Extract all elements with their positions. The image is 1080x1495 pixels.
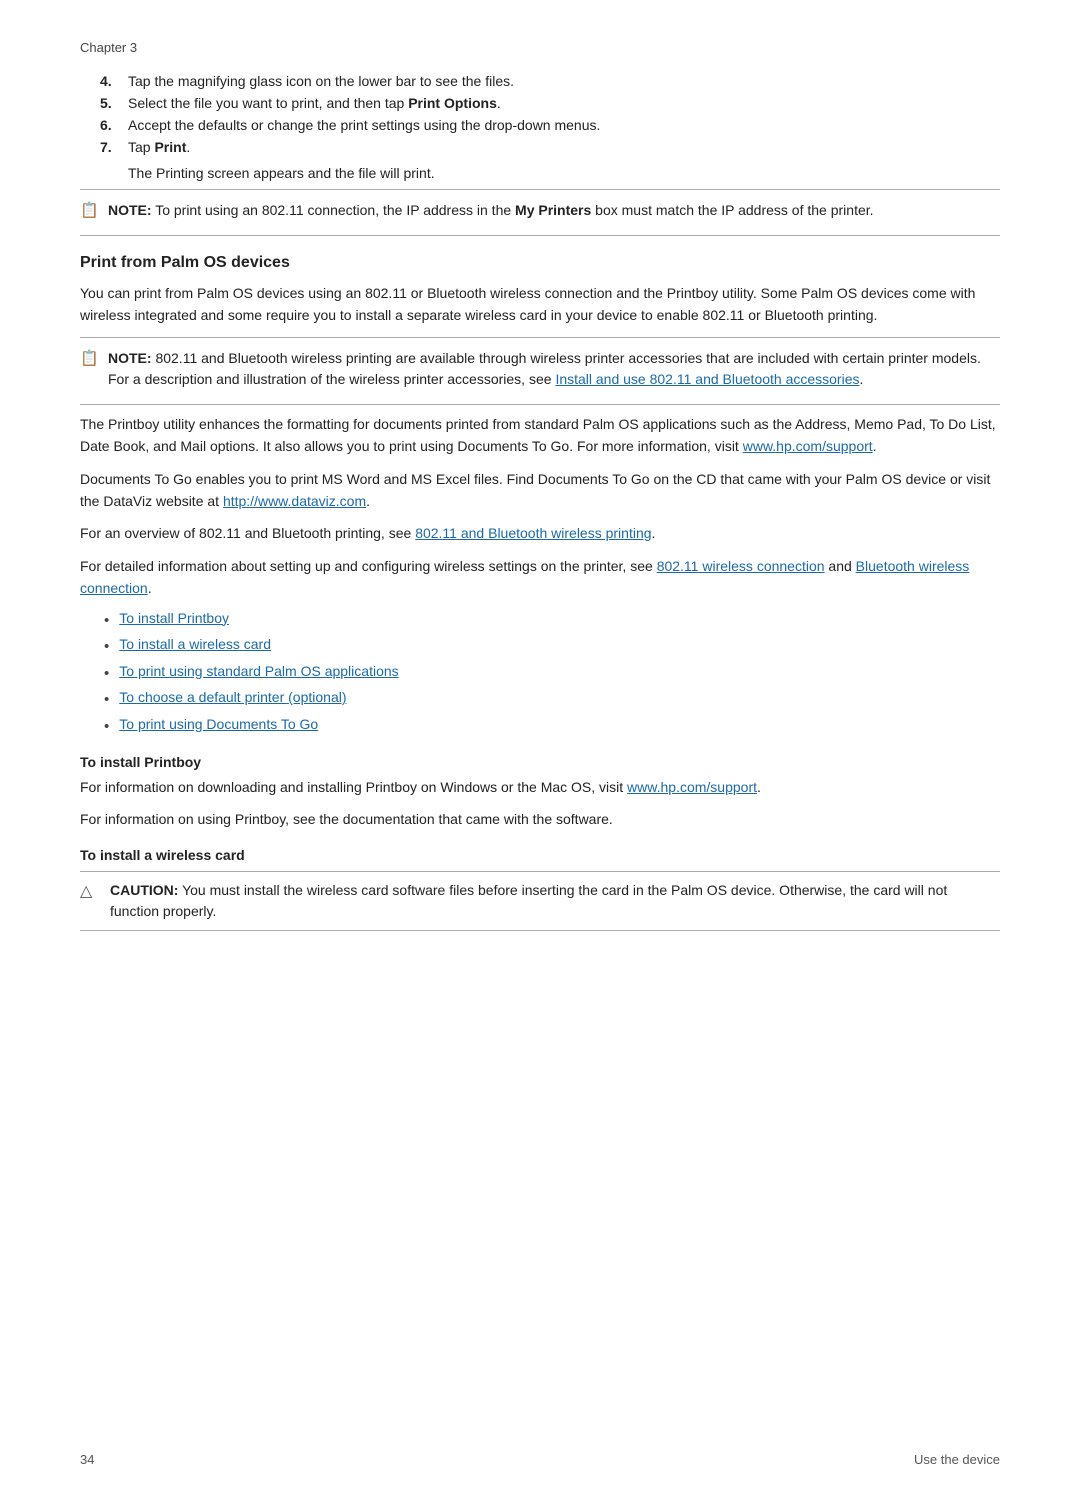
install-printboy-after: . xyxy=(757,779,761,795)
note-2: 📋 NOTE: 802.11 and Bluetooth wireless pr… xyxy=(80,348,1000,390)
step-5: 5. Select the file you want to print, an… xyxy=(80,95,1000,111)
step7-text-before: Tap xyxy=(128,139,154,155)
para3-after: . xyxy=(366,493,370,509)
note1-label: NOTE: xyxy=(108,202,152,218)
para5-link1[interactable]: 802.11 wireless connection xyxy=(657,558,825,574)
rule-before-palm xyxy=(80,235,1000,236)
rule-before-note2 xyxy=(80,337,1000,338)
step7-bold: Print xyxy=(154,139,186,155)
install-wireless-heading: To install a wireless card xyxy=(80,847,1000,863)
bullet-list: To install Printboy To install a wireles… xyxy=(104,610,1000,739)
bullet-item-5: To print using Documents To Go xyxy=(104,716,1000,739)
note2-label: NOTE: xyxy=(108,350,152,366)
palm-para4: For an overview of 802.11 and Bluetooth … xyxy=(80,522,1000,544)
install-printboy-para2: For information on using Printboy, see t… xyxy=(80,808,1000,830)
step7-subtext: The Printing screen appears and the file… xyxy=(128,165,1000,181)
note2-link[interactable]: Install and use 802.11 and Bluetooth acc… xyxy=(555,371,859,387)
para5-after: . xyxy=(148,580,152,596)
para5-mid: and xyxy=(825,558,856,574)
bullet-item-4: To choose a default printer (optional) xyxy=(104,689,1000,712)
bullet-item-2: To install a wireless card xyxy=(104,636,1000,659)
para4-after: . xyxy=(652,525,656,541)
install-printboy-heading: To install Printboy xyxy=(80,754,1000,770)
caution-box: △ CAUTION: You must install the wireless… xyxy=(80,871,1000,931)
para2-link[interactable]: www.hp.com/support xyxy=(743,438,873,454)
rule-after-note2 xyxy=(80,404,1000,405)
note1-text-before: To print using an 802.11 connection, the… xyxy=(152,202,515,218)
note1-text-after: box must match the IP address of the pri… xyxy=(591,202,873,218)
note-icon-2: 📋 xyxy=(80,349,102,367)
install-printboy-link[interactable]: www.hp.com/support xyxy=(627,779,757,795)
footer: 34 Use the device xyxy=(80,1452,1000,1467)
palm-para5: For detailed information about setting u… xyxy=(80,555,1000,600)
palm-para3: Documents To Go enables you to print MS … xyxy=(80,468,1000,513)
install-printboy-para1: For information on downloading and insta… xyxy=(80,776,1000,798)
caution-icon: △ xyxy=(80,881,104,901)
step-6: 6. Accept the defaults or change the pri… xyxy=(80,117,1000,133)
para5-before: For detailed information about setting u… xyxy=(80,558,657,574)
bullet-item-1: To install Printboy xyxy=(104,610,1000,633)
para3-before: Documents To Go enables you to print MS … xyxy=(80,471,990,509)
note2-after: . xyxy=(860,371,864,387)
step-7: 7. Tap Print. xyxy=(80,139,1000,155)
note-1: 📋 NOTE: To print using an 802.11 connect… xyxy=(80,200,1000,221)
caution-text: You must install the wireless card softw… xyxy=(110,882,947,919)
para4-before: For an overview of 802.11 and Bluetooth … xyxy=(80,525,415,541)
footer-page-num: 34 xyxy=(80,1452,94,1467)
bullet-item-3: To print using standard Palm OS applicat… xyxy=(104,663,1000,686)
step7-text-after: . xyxy=(186,139,190,155)
chapter-label: Chapter 3 xyxy=(80,40,1000,55)
para4-link[interactable]: 802.11 and Bluetooth wireless printing xyxy=(415,525,651,541)
step5-text-before: Select the file you want to print, and t… xyxy=(128,95,408,111)
palm-para1: You can print from Palm OS devices using… xyxy=(80,282,1000,327)
caution-label: CAUTION: xyxy=(110,882,178,898)
footer-page-label: Use the device xyxy=(914,1452,1000,1467)
note-icon-1: 📋 xyxy=(80,201,102,219)
note1-bold: My Printers xyxy=(515,202,591,218)
para3-link[interactable]: http://www.dataviz.com xyxy=(223,493,366,509)
print-from-palm-heading: Print from Palm OS devices xyxy=(80,254,1000,272)
step5-text-after: . xyxy=(497,95,501,111)
install-printboy-before: For information on downloading and insta… xyxy=(80,779,627,795)
para2-after: . xyxy=(873,438,877,454)
numbered-steps: 4. Tap the magnifying glass icon on the … xyxy=(80,73,1000,155)
rule-after-steps xyxy=(80,189,1000,190)
step5-bold: Print Options xyxy=(408,95,497,111)
step-4: 4. Tap the magnifying glass icon on the … xyxy=(80,73,1000,89)
palm-para2: The Printboy utility enhances the format… xyxy=(80,413,1000,458)
